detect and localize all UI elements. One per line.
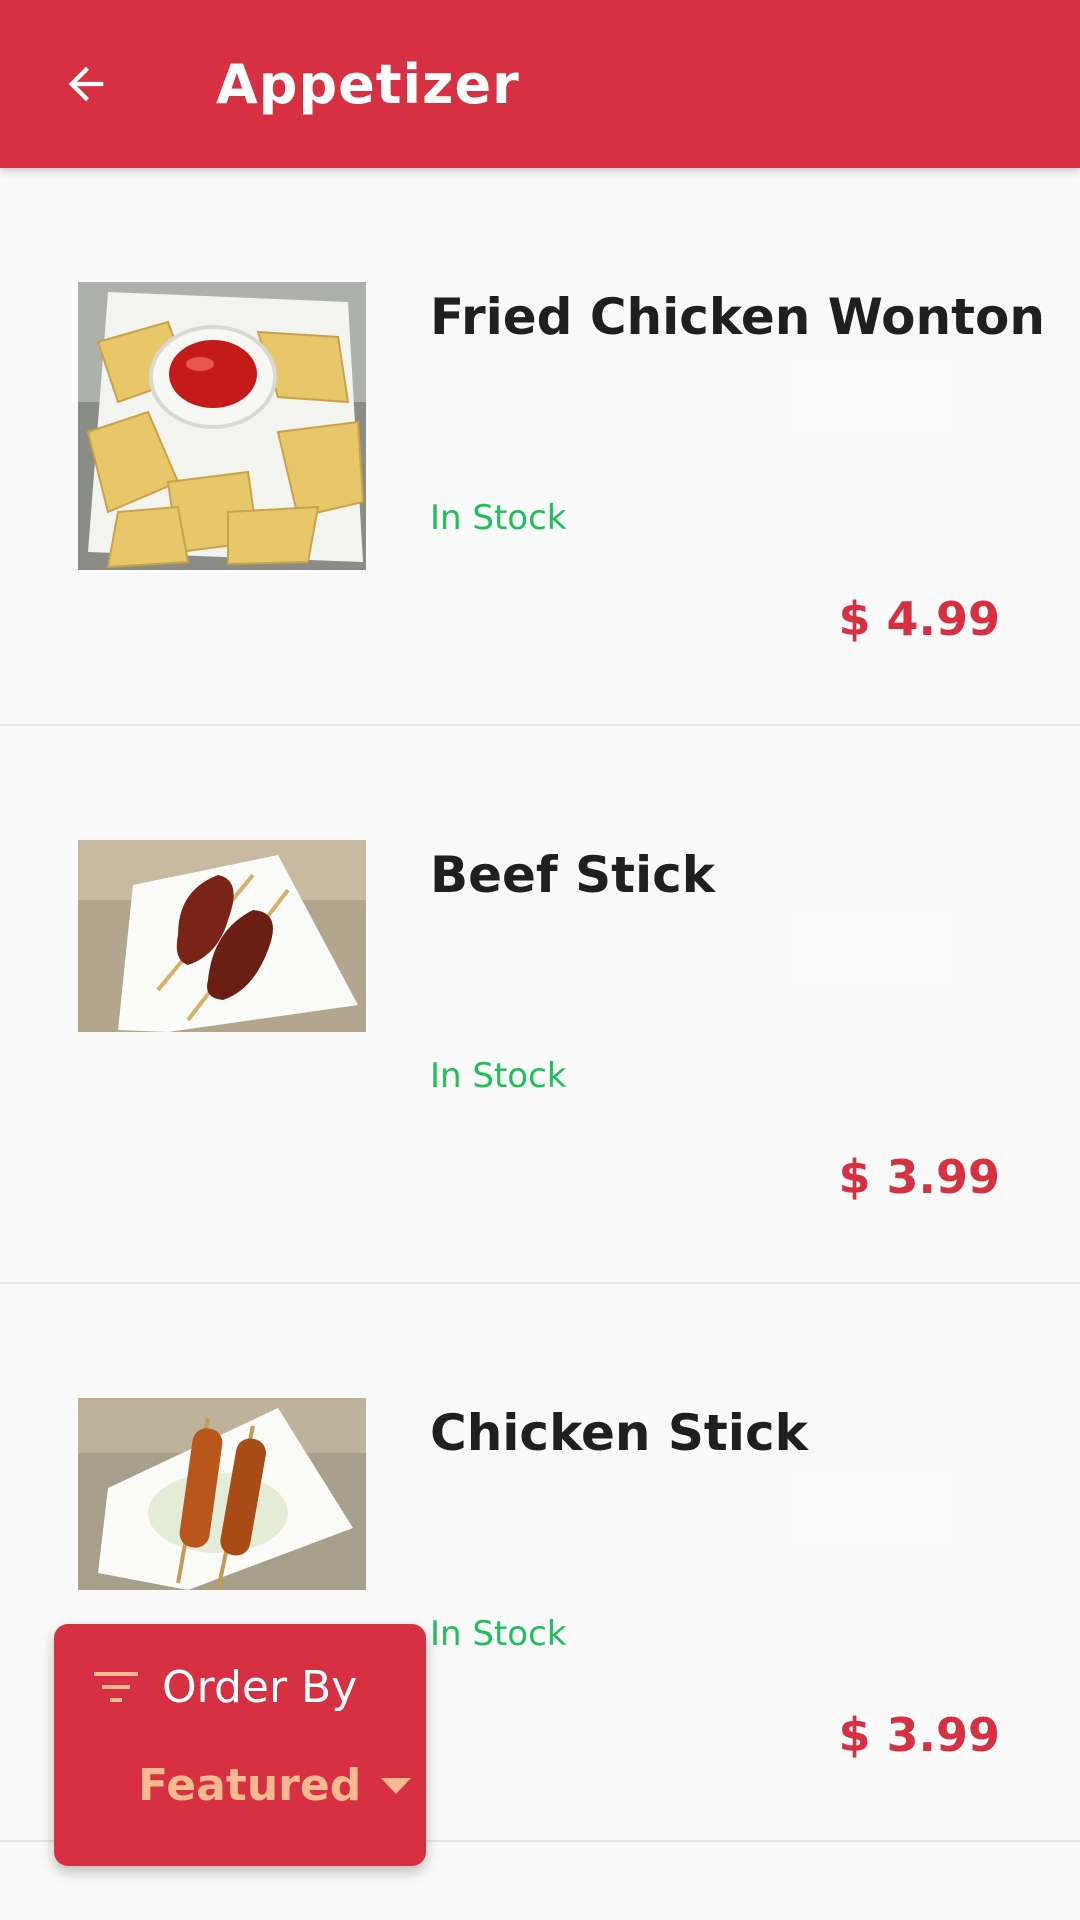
app-bar: Appetizer xyxy=(0,0,1080,168)
stock-status: In Stock xyxy=(430,1056,567,1096)
dropdown-caret-icon xyxy=(381,1777,412,1794)
back-button[interactable] xyxy=(48,46,124,122)
stock-status: In Stock xyxy=(430,1614,567,1654)
filter-icon xyxy=(94,1672,138,1702)
product-list: Fried Chicken Wonton In Stock $ 4.99 Bee… xyxy=(0,168,1080,1842)
chicken-skewer-photo xyxy=(78,1398,366,1590)
sort-select[interactable]: Featured xyxy=(138,1760,412,1811)
item-price: $ 4.99 xyxy=(838,592,1000,646)
list-item[interactable]: Fried Chicken Wonton In Stock $ 4.99 xyxy=(0,168,1080,726)
arrow-back-icon xyxy=(68,66,104,102)
beef-skewer-photo xyxy=(78,840,366,1032)
quantity-placeholder xyxy=(790,358,950,428)
fried-wonton-photo xyxy=(78,282,366,570)
sort-value: Featured xyxy=(138,1760,362,1811)
order-by-button[interactable]: Order By Featured xyxy=(54,1624,426,1866)
item-name: Beef Stick xyxy=(430,846,716,904)
stock-status: In Stock xyxy=(430,498,567,538)
item-name: Fried Chicken Wonton xyxy=(430,288,1045,346)
item-price: $ 3.99 xyxy=(838,1150,1000,1204)
quantity-placeholder xyxy=(790,1474,950,1544)
page-title: Appetizer xyxy=(216,53,520,116)
item-name: Chicken Stick xyxy=(430,1404,808,1462)
quantity-placeholder xyxy=(790,916,950,986)
list-item[interactable]: Beef Stick In Stock $ 3.99 xyxy=(0,726,1080,1284)
item-price: $ 3.99 xyxy=(838,1708,1000,1762)
order-by-label: Order By xyxy=(162,1662,358,1713)
